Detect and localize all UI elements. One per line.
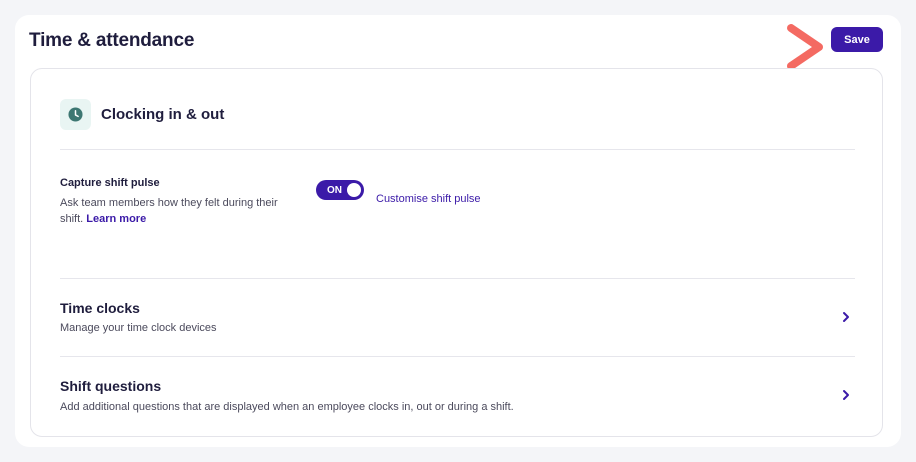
shift-pulse-toggle[interactable]: ON: [316, 180, 364, 200]
divider: [60, 149, 855, 150]
section-title: Clocking in & out: [101, 106, 225, 123]
settings-panel: Time & attendance Save Clocking in & out…: [15, 15, 901, 447]
chevron-right-icon[interactable]: [840, 388, 852, 402]
shift-pulse-description: Ask team members how they felt during th…: [60, 195, 300, 227]
toggle-knob: [347, 183, 361, 197]
time-clocks-title: Time clocks: [60, 300, 140, 316]
learn-more-link[interactable]: Learn more: [86, 213, 146, 225]
time-clocks-description: Manage your time clock devices: [60, 322, 217, 334]
toggle-state-label: ON: [327, 184, 342, 196]
chevron-right-icon[interactable]: [840, 310, 852, 324]
shift-questions-title: Shift questions: [60, 378, 162, 394]
section-header: Clocking in & out: [60, 99, 224, 130]
shift-questions-description: Add additional questions that are displa…: [60, 401, 514, 413]
clock-icon-tile: [60, 99, 91, 130]
divider: [60, 278, 855, 279]
clocking-card: Clocking in & out Capture shift pulse As…: [30, 68, 883, 437]
page-title: Time & attendance: [29, 30, 195, 51]
shift-pulse-title: Capture shift pulse: [60, 177, 160, 189]
divider: [60, 356, 855, 357]
customise-shift-pulse-link[interactable]: Customise shift pulse: [376, 193, 481, 205]
clock-icon: [68, 107, 83, 122]
pointer-arrow-icon: [787, 24, 823, 70]
save-button[interactable]: Save: [831, 27, 883, 52]
